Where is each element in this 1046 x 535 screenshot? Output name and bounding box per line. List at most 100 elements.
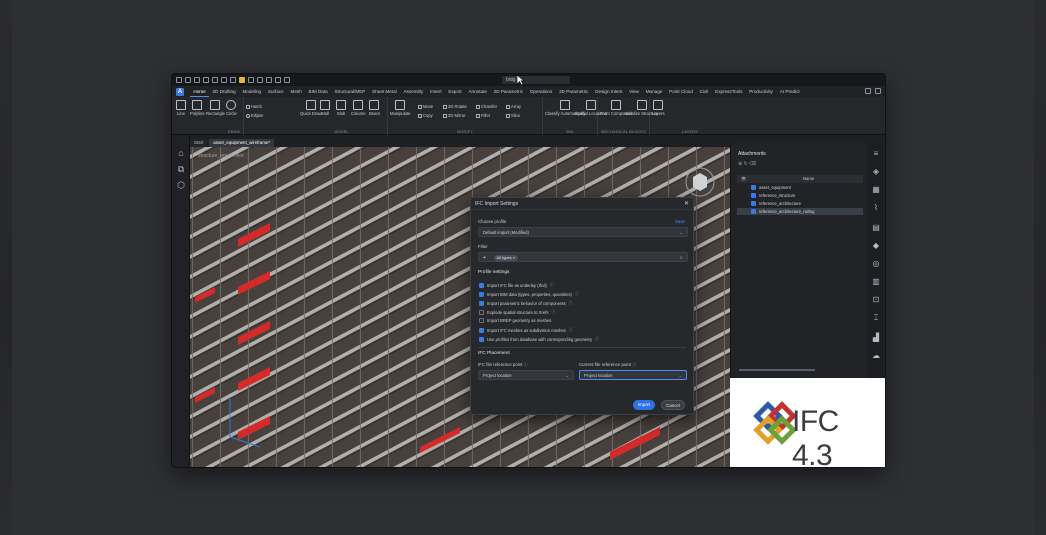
file-name-field[interactable]: bldg: [502, 76, 570, 84]
list-item[interactable]: asset_equipment: [737, 184, 863, 191]
layer-color-icon[interactable]: [239, 77, 245, 83]
clear-filter-icon[interactable]: ✕: [679, 253, 683, 262]
3d-rotate-tool[interactable]: 3D Rotate: [443, 104, 467, 109]
option-parametric[interactable]: Import parametric behavior of components…: [479, 300, 573, 306]
polyline-tool[interactable]: Polyline: [190, 100, 205, 116]
save-icon[interactable]: [194, 77, 200, 83]
info-icon[interactable]: ⓘ: [632, 362, 636, 367]
doc-tab-active[interactable]: asset_equipment_wireframe*: [209, 139, 275, 147]
info-icon[interactable]: ⓘ: [569, 327, 573, 333]
option-explode-spatial[interactable]: Explode spatial structure to Xrefs ⓘ: [479, 309, 555, 315]
polar-icon[interactable]: [284, 77, 290, 83]
print-icon[interactable]: [212, 77, 218, 83]
reload-icon[interactable]: ↻: [744, 161, 748, 167]
tab-export[interactable]: Export: [445, 86, 465, 97]
tab-assembly[interactable]: Assembly: [400, 86, 427, 97]
manipulate-tool[interactable]: Manipulate: [390, 100, 411, 116]
tab-bim-data[interactable]: BIM Data: [305, 86, 331, 97]
tab-ai-predict[interactable]: AI Predict: [776, 86, 803, 97]
structure-icon[interactable]: ⧉: [176, 165, 186, 174]
tab-annotate[interactable]: Annotate: [465, 86, 490, 97]
tab-mesh[interactable]: Mesh: [287, 86, 305, 97]
list-item[interactable]: reference_structure: [737, 192, 863, 199]
close-icon[interactable]: ✕: [684, 198, 689, 210]
chart-icon[interactable]: ▟: [871, 333, 881, 342]
slice-tool[interactable]: Slice: [506, 113, 520, 118]
add-attachment-icon[interactable]: ⊕: [738, 161, 742, 167]
column-tool[interactable]: Column: [351, 100, 365, 116]
tab-modeling[interactable]: Modeling: [239, 86, 264, 97]
option-checkbox[interactable]: [479, 291, 484, 297]
info-icon[interactable]: ⓘ: [575, 291, 579, 297]
tab-sheet-metal[interactable]: Sheet Metal: [369, 86, 400, 97]
slab-tool[interactable]: Slab: [336, 100, 346, 116]
tab-expresstools[interactable]: ExpressTools: [712, 86, 746, 97]
filter-field[interactable]: ⏷ All types × ✕: [478, 252, 688, 262]
hatch-tool[interactable]: Hatch: [246, 104, 262, 109]
layer-dropdown-icon[interactable]: [248, 77, 254, 83]
ifc-ref-point-select[interactable]: Project location ⌄: [478, 370, 574, 380]
quick-draw-tool[interactable]: Quick Draw: [300, 100, 322, 116]
tab-operations[interactable]: Operations: [526, 86, 555, 97]
option-underlay[interactable]: Import IFC file as underlay (Ifcd) ⓘ: [479, 282, 554, 288]
tab-2d-drafting[interactable]: 2D Drafting: [209, 86, 239, 97]
fillet-tool[interactable]: Fillet: [476, 113, 490, 118]
chamfer-tool[interactable]: Chamfer: [476, 104, 497, 109]
search-icon[interactable]: [865, 88, 871, 94]
array-tool[interactable]: Array: [506, 104, 521, 109]
tab-surface[interactable]: Surface: [265, 86, 288, 97]
save-as-icon[interactable]: [203, 77, 209, 83]
line-tool[interactable]: Line: [176, 100, 186, 116]
option-checkbox[interactable]: [479, 318, 484, 323]
info-icon[interactable]: ⓘ: [595, 336, 599, 342]
rectangle-tool[interactable]: Rectangle: [206, 100, 225, 116]
tab-insert[interactable]: Insert: [427, 86, 445, 97]
app-menu-button[interactable]: A: [176, 87, 184, 96]
new-file-icon[interactable]: [176, 77, 182, 83]
ellipse-tool[interactable]: Ellipse: [246, 113, 263, 118]
list-item[interactable]: reference_architecture_railing: [737, 208, 863, 215]
option-checkbox[interactable]: [479, 336, 484, 342]
table-icon[interactable]: ▤: [871, 223, 881, 232]
option-subdivision[interactable]: Import IFC meshes as subdivision meshes ⓘ: [479, 327, 573, 333]
option-checkbox[interactable]: [479, 309, 484, 315]
settings-icon[interactable]: [875, 88, 881, 94]
sign-icon[interactable]: ⊡: [871, 295, 881, 304]
tab-home[interactable]: Home: [190, 86, 210, 97]
list-item[interactable]: reference_architecture: [737, 200, 863, 207]
cloud-icon[interactable]: ☁: [871, 351, 881, 360]
layers-panel-icon[interactable]: ◈: [871, 167, 881, 176]
info-icon[interactable]: ⓘ: [550, 282, 554, 288]
render-icon[interactable]: ◎: [871, 259, 881, 268]
beam-tool[interactable]: Beam: [369, 100, 380, 116]
undo-icon[interactable]: [221, 77, 227, 83]
beam-profile-icon[interactable]: ⌶: [871, 313, 881, 322]
profile-select[interactable]: Default import (Modified) ⌄: [478, 227, 688, 237]
tab-civil[interactable]: Civil: [696, 86, 711, 97]
tab-point-cloud[interactable]: Point Cloud: [666, 86, 697, 97]
move-tool[interactable]: Move: [418, 104, 433, 109]
attachments-icon[interactable]: ⌇: [871, 203, 881, 212]
info-icon[interactable]: ⓘ: [551, 309, 555, 315]
info-icon[interactable]: ⓘ: [569, 300, 573, 306]
redo-icon[interactable]: [230, 77, 236, 83]
detach-icon[interactable]: ⌫: [749, 161, 756, 167]
option-checkbox[interactable]: [479, 282, 484, 288]
tab-manage[interactable]: Manage: [642, 86, 665, 97]
properties-icon[interactable]: ≡: [871, 149, 881, 158]
tab-structural-mep[interactable]: Structural/MEP: [331, 86, 369, 97]
home-icon[interactable]: ⌂: [176, 149, 186, 158]
cube-icon[interactable]: ⬡: [176, 181, 186, 190]
name-column-header[interactable]: Name: [803, 175, 814, 183]
option-bim-data[interactable]: Import BIM data (types, properties, quan…: [479, 291, 579, 297]
tab-design-intent[interactable]: Design Intent: [592, 86, 626, 97]
materials-icon[interactable]: ◆: [871, 241, 881, 250]
tab-3d-parametric[interactable]: 3D Parametric: [556, 86, 592, 97]
ortho-icon[interactable]: [275, 77, 281, 83]
blocks-icon[interactable]: ▦: [871, 185, 881, 194]
tab-2d-parametric[interactable]: 2D Parametric: [490, 86, 526, 97]
layers-tool[interactable]: Layers: [652, 100, 665, 116]
circle-tool[interactable]: Circle: [226, 100, 237, 116]
tab-productivity[interactable]: Productivity: [746, 86, 777, 97]
import-button[interactable]: Import: [633, 400, 655, 410]
